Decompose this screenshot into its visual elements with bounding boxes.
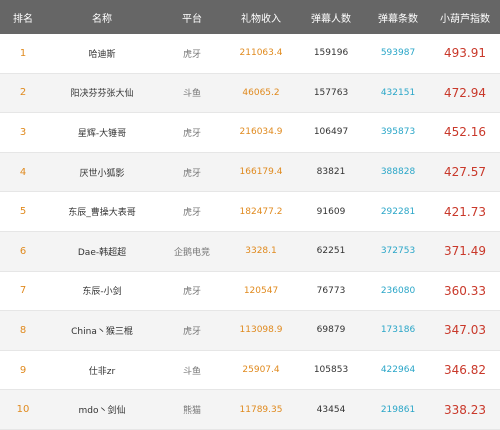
name-cell: 仕非zr (88, 366, 116, 377)
index-cell: 427.57 (444, 165, 486, 180)
danmaku-cell: 395873 (380, 127, 416, 138)
danmaku-cell: 388828 (380, 167, 416, 178)
rank-cell: 10 (16, 404, 30, 416)
gift-cell: 182477.2 (239, 206, 283, 217)
viewers-cell: 43454 (316, 404, 346, 415)
platform-cell: 虎牙 (182, 168, 201, 179)
table-row[interactable]: 5 东辰_曹操大表哥 虎牙 182477.2 91609 292281 421.… (0, 192, 500, 232)
table-row[interactable]: 10 mdo丶剑仙 熊猫 11789.35 43454 219861 338.2… (0, 390, 500, 430)
gift-cell: 113098.9 (239, 325, 283, 336)
viewers-cell: 157763 (313, 87, 349, 98)
index-cell: 472.94 (444, 85, 486, 100)
viewers-cell: 69879 (316, 325, 346, 336)
rank-cell: 6 (19, 245, 27, 257)
rank-cell: 3 (19, 126, 27, 138)
danmaku-cell: 372753 (380, 246, 416, 257)
gift-cell: 11789.35 (239, 404, 283, 415)
name-cell: 东辰_曹操大表哥 (68, 208, 136, 219)
rank-cell: 4 (19, 166, 27, 178)
table-row[interactable]: 8 China丶猴三棍 虎牙 113098.9 69879 173186 347… (0, 311, 500, 351)
rank-cell: 5 (19, 206, 27, 218)
index-cell: 371.49 (444, 244, 486, 259)
viewers-cell: 106497 (313, 127, 349, 138)
viewers-cell: 76773 (316, 285, 346, 296)
name-cell: 东辰-小剑 (82, 287, 122, 298)
platform-cell: 虎牙 (182, 326, 201, 337)
danmaku-cell: 173186 (380, 325, 416, 336)
viewers-cell: 159196 (313, 48, 349, 59)
gift-cell: 46065.2 (242, 87, 280, 98)
platform-cell: 虎牙 (182, 128, 201, 139)
platform-cell: 虎牙 (182, 49, 201, 60)
gift-cell: 216034.9 (239, 127, 283, 138)
table-row[interactable]: 6 Dae-韩超超 企鹅电竞 3328.1 62251 372753 371.4… (0, 231, 500, 272)
name-cell: 哈迪斯 (88, 49, 116, 60)
table-row[interactable]: 7 东辰-小剑 虎牙 120547 76773 236080 360.33 (0, 272, 500, 312)
table-row[interactable]: 1 哈迪斯 虎牙 211063.4 159196 593987 493.91 (0, 34, 500, 74)
index-cell: 347.03 (444, 323, 486, 338)
danmaku-cell: 422964 (380, 365, 416, 376)
table-row[interactable]: 9 仕非zr 斗鱼 25907.4 105853 422964 346.82 (0, 351, 500, 391)
rank-cell: 7 (19, 285, 27, 297)
index-cell: 493.91 (444, 46, 486, 61)
index-cell: 346.82 (444, 363, 486, 378)
gift-cell: 166179.4 (239, 167, 283, 178)
platform-cell: 虎牙 (182, 287, 201, 298)
viewers-cell: 105853 (313, 365, 349, 376)
platform-cell: 虎牙 (182, 208, 201, 219)
platform-cell: 熊猫 (182, 406, 201, 417)
name-cell: mdo丶剑仙 (78, 406, 126, 417)
name-cell: China丶猴三棍 (71, 326, 133, 337)
header-gift-income[interactable]: 礼物收入 (226, 10, 296, 25)
viewers-cell: 91609 (316, 206, 346, 217)
viewers-cell: 62251 (316, 246, 346, 257)
header-platform[interactable]: 平台 (158, 10, 226, 25)
ranking-table: 排名 名称 平台 礼物收入 弹幕人数 弹幕条数 小葫芦指数 1 哈迪斯 虎牙 2… (0, 0, 500, 430)
name-cell: 阳决芬芬张大仙 (70, 89, 134, 100)
gift-cell: 3328.1 (245, 246, 277, 257)
header-danmaku-viewers[interactable]: 弹幕人数 (296, 10, 366, 25)
table-row[interactable]: 2 阳决芬芬张大仙 斗鱼 46065.2 157763 432151 472.9… (0, 73, 500, 114)
name-cell: Dae-韩超超 (77, 247, 127, 258)
table-row[interactable]: 4 厌世小狐影 虎牙 166179.4 83821 388828 427.57 (0, 152, 500, 193)
header-index[interactable]: 小葫芦指数 (430, 10, 500, 25)
index-cell: 360.33 (444, 283, 486, 298)
viewers-cell: 83821 (316, 167, 346, 178)
table-header: 排名 名称 平台 礼物收入 弹幕人数 弹幕条数 小葫芦指数 (0, 0, 500, 34)
name-cell: 厌世小狐影 (79, 168, 125, 179)
rank-cell: 9 (19, 364, 27, 376)
platform-cell: 斗鱼 (182, 366, 201, 377)
gift-cell: 211063.4 (239, 48, 283, 59)
index-cell: 421.73 (444, 204, 486, 219)
danmaku-cell: 219861 (380, 404, 416, 415)
rank-cell: 2 (19, 87, 27, 99)
danmaku-cell: 236080 (380, 285, 416, 296)
rank-cell: 1 (19, 47, 27, 59)
danmaku-cell: 593987 (380, 48, 416, 59)
platform-cell: 企鹅电竞 (173, 247, 210, 258)
gift-cell: 120547 (243, 285, 279, 296)
platform-cell: 斗鱼 (182, 89, 201, 100)
index-cell: 338.23 (444, 402, 486, 417)
rank-cell: 8 (19, 324, 27, 336)
table-row[interactable]: 3 星辉-大锤哥 虎牙 216034.9 106497 395873 452.1… (0, 113, 500, 153)
gift-cell: 25907.4 (242, 365, 280, 376)
name-cell: 星辉-大锤哥 (77, 128, 127, 139)
header-danmaku-count[interactable]: 弹幕条数 (366, 10, 430, 25)
danmaku-cell: 432151 (380, 87, 416, 98)
header-name[interactable]: 名称 (46, 10, 158, 25)
index-cell: 452.16 (444, 125, 486, 140)
danmaku-cell: 292281 (380, 206, 416, 217)
header-rank[interactable]: 排名 (0, 10, 46, 25)
